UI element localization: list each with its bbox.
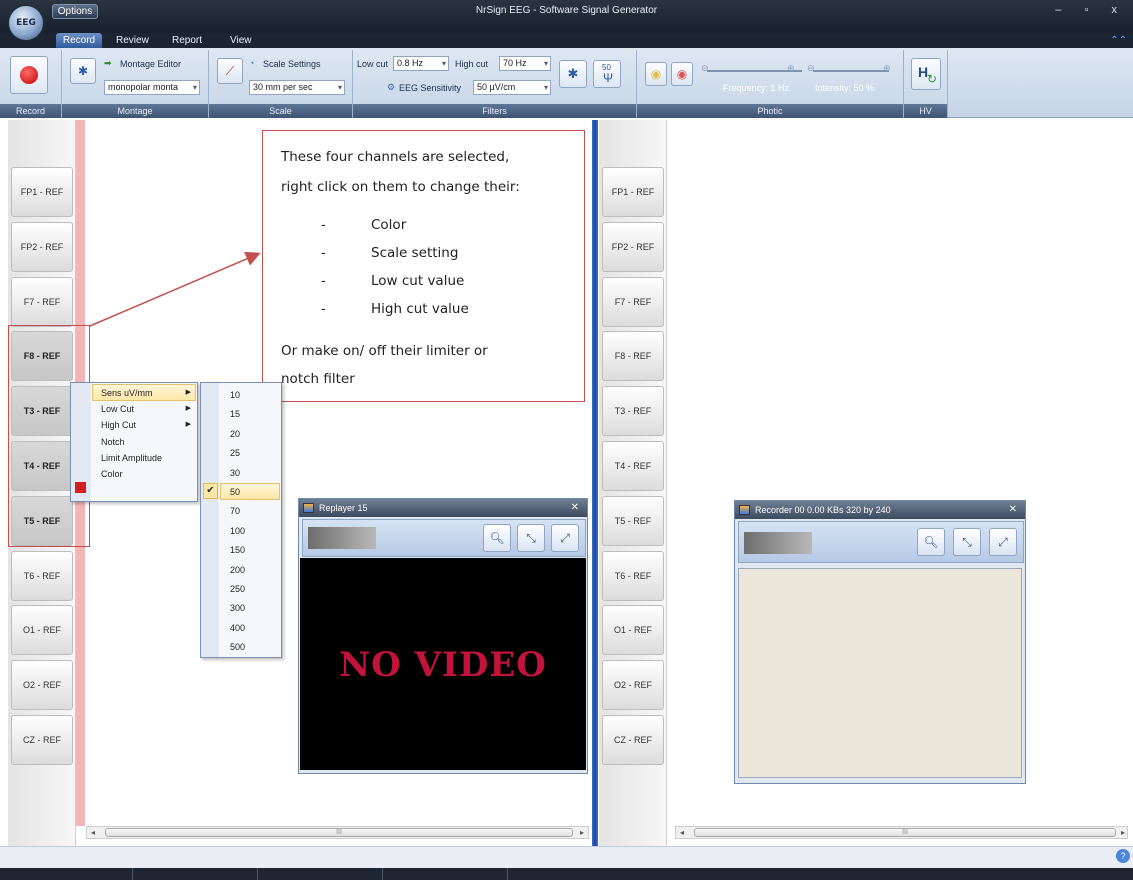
annotation-callout: These four channels are selected, right … [262, 130, 585, 402]
bullet-dash: - [321, 245, 326, 261]
sensitivity-option[interactable]: 50 [230, 483, 270, 501]
context-menu-item[interactable]: Notch [101, 434, 197, 450]
sensitivity-option[interactable]: 250 [230, 580, 270, 598]
annotation-bullet: Color [371, 217, 407, 233]
sensitivity-option[interactable]: 25 [230, 444, 270, 462]
submenu-arrow-icon: ▶ [185, 421, 191, 429]
context-menu-item[interactable]: Limit Amplitude [101, 450, 197, 466]
annotation-bullet: Scale setting [371, 245, 459, 261]
sensitivity-option[interactable]: 100 [230, 522, 270, 540]
application-orb-button[interactable]: EEG [8, 5, 44, 41]
menu-item-label: High Cut [101, 420, 137, 431]
bullet-dash: - [321, 217, 326, 233]
check-icon: ✔ [203, 483, 218, 499]
sensitivity-option[interactable]: 300 [230, 599, 270, 617]
context-menu-item[interactable]: Sens uV/mm ▶ [101, 385, 197, 401]
submenu-arrow-icon: ▶ [185, 389, 191, 396]
submenu-arrow-icon: ▶ [185, 405, 191, 413]
sensitivity-option[interactable]: 400 [230, 619, 270, 637]
menu-item-label: Limit Amplitude [101, 452, 163, 463]
sensitivity-option[interactable]: 20 [230, 425, 270, 443]
context-menu-item[interactable]: Color [101, 466, 197, 482]
color-swatch [75, 482, 86, 493]
bullet-dash: - [321, 273, 326, 289]
bullet-dash: - [321, 301, 326, 317]
annotation-line-1: These four channels are selected, [281, 149, 510, 165]
sensitivity-option[interactable]: 200 [230, 561, 270, 579]
annotation-line-2: right click on them to change their: [281, 179, 520, 195]
menu-item-label: Notch [101, 436, 125, 447]
annotation-line-3: Or make on/ off their limiter or [281, 343, 488, 359]
menu-item-label: Sens uV/mm [101, 388, 153, 398]
annotation-line-4: notch filter [281, 371, 355, 387]
annotation-bullet: High cut value [371, 301, 469, 317]
context-menu-item[interactable]: Low Cut ▶ [101, 401, 197, 417]
annotation-bullet: Low cut value [371, 273, 465, 289]
context-menu-item[interactable]: High Cut ▶ [101, 417, 197, 433]
menu-item-label: Color [101, 469, 123, 479]
sensitivity-option[interactable]: 10 [230, 386, 270, 404]
orb-label: EEG [16, 18, 36, 28]
sensitivity-option[interactable]: 30 [230, 464, 270, 482]
submenu-gutter [201, 383, 219, 657]
sensitivity-option[interactable]: 500 [230, 638, 270, 656]
sensitivity-option[interactable]: 15 [230, 405, 270, 423]
menu-item-label: Low Cut [101, 404, 135, 415]
sensitivity-option[interactable]: 150 [230, 541, 270, 559]
sensitivity-option[interactable]: 70 [230, 502, 270, 520]
callout-arrow-line [89, 251, 261, 327]
